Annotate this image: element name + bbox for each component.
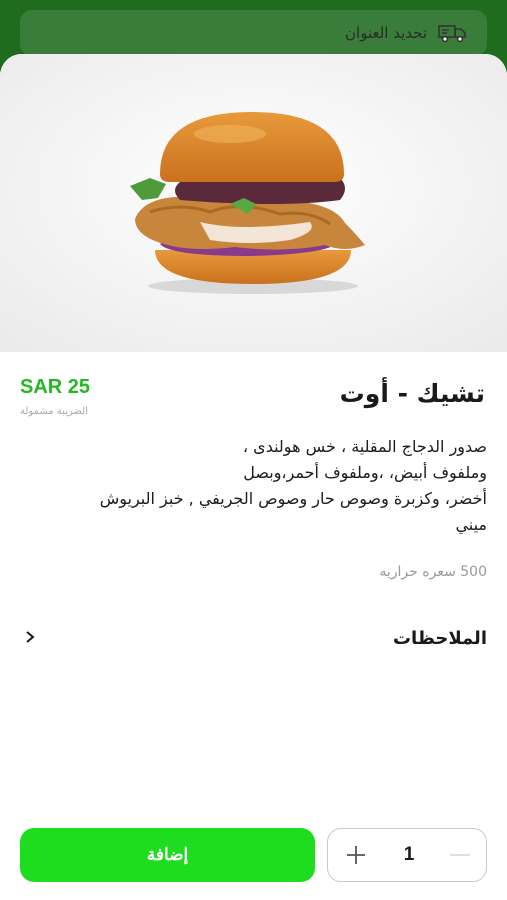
notes-row[interactable]: الملاحظات xyxy=(20,620,487,656)
tax-note: الضريبة مشمولة xyxy=(20,406,88,417)
description-line: صدور الدجاج المقلية ، خس هولندى ، xyxy=(242,437,487,456)
product-price: SAR 25 xyxy=(20,376,91,398)
quantity-stepper: 1 xyxy=(327,828,487,882)
add-to-cart-button[interactable]: إضافة xyxy=(20,828,315,882)
chevron-right-icon xyxy=(20,628,40,649)
product-sheet: تشيك - أوت SAR 25 الضريبة مشمولة صدور ال… xyxy=(0,54,507,900)
quantity-value: 1 xyxy=(403,844,415,865)
plus-icon[interactable] xyxy=(342,841,370,869)
delivery-truck-icon xyxy=(437,22,467,44)
minus-icon[interactable] xyxy=(448,843,472,867)
calories-label: 500 سعره حراريه xyxy=(379,564,487,580)
description-line: وملفوف أبيض، ،وملفوف أحمر،وبصل xyxy=(243,463,487,482)
product-description: صدور الدجاج المقلية ، خس هولندى ، وملفوف… xyxy=(22,434,487,538)
description-line: أخضر، وكزبرة وصوص حار وصوص الجريفي , خبز… xyxy=(99,489,487,508)
description-line: ميني xyxy=(455,515,487,534)
product-title: تشيك - أوت xyxy=(339,379,485,408)
product-image xyxy=(0,54,507,352)
notes-label: الملاحظات xyxy=(392,627,487,649)
address-label: تحديد العنوان xyxy=(345,24,427,42)
address-selector[interactable]: تحديد العنوان xyxy=(20,10,487,56)
